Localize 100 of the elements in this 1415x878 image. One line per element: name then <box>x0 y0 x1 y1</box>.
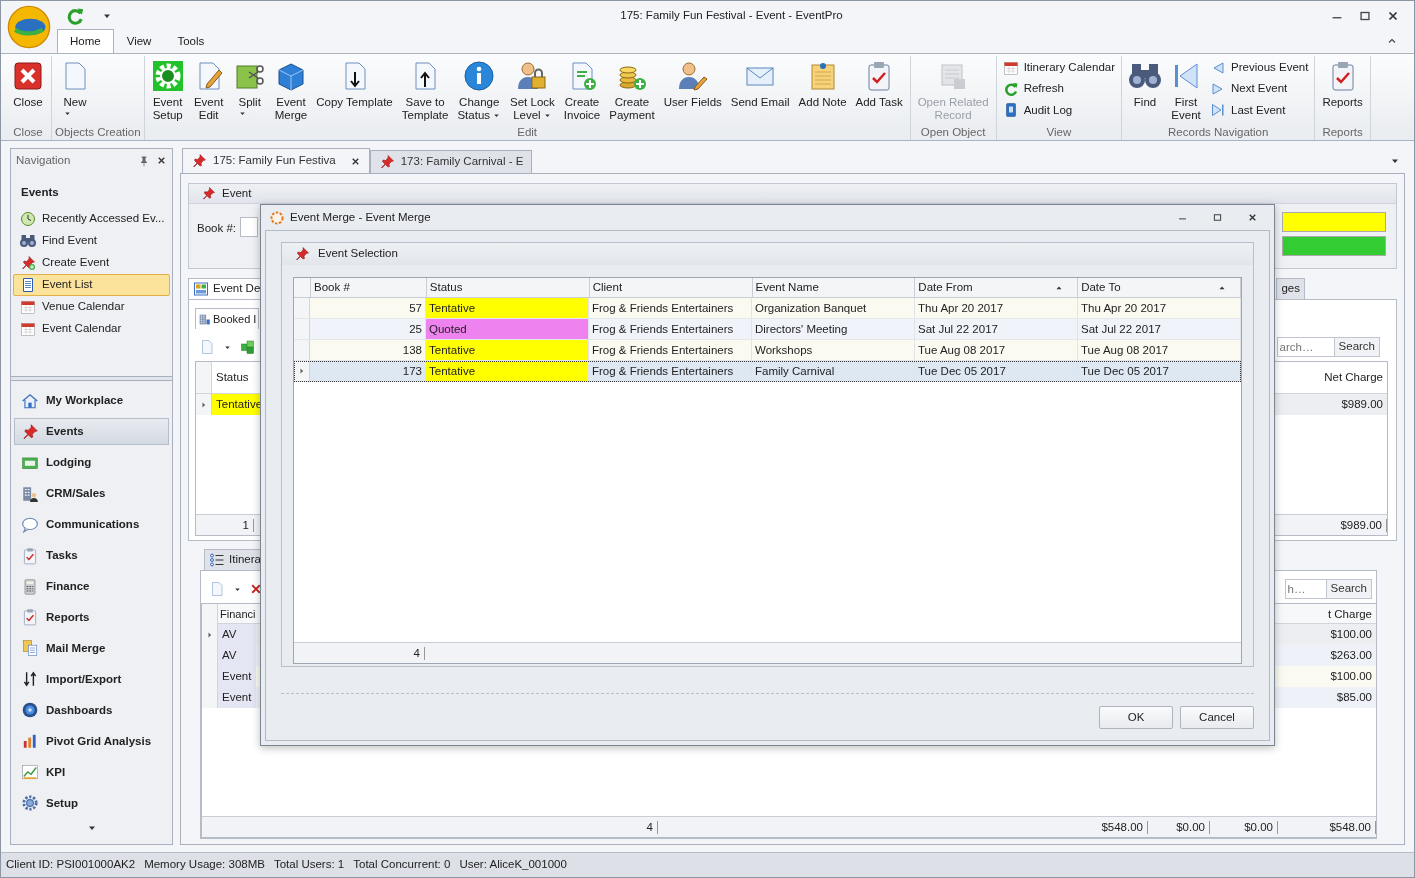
module-button[interactable]: KPI <box>14 758 169 786</box>
ribbon-button[interactable]: Add Task <box>851 56 907 110</box>
total-cell: $0.00 <box>1148 820 1210 834</box>
dialog-button[interactable]: Cancel <box>1180 706 1254 729</box>
module-button[interactable]: Finance <box>14 573 169 600</box>
ribbon-button[interactable]: First Event <box>1166 56 1207 123</box>
ribbon-button[interactable]: Refresh <box>999 79 1119 99</box>
ribbon-button[interactable]: Save to Template <box>397 56 453 123</box>
ribbon-tab[interactable]: View <box>113 28 165 53</box>
search-button[interactable]: Search <box>1334 337 1380 357</box>
ribbon-button[interactable]: Audit Log <box>999 100 1119 120</box>
ribbon-button[interactable]: Change Status <box>453 56 506 123</box>
refresh-icon[interactable] <box>65 6 85 26</box>
close-icon[interactable] <box>1247 212 1258 223</box>
ribbon-button[interactable]: Last Event <box>1207 100 1312 120</box>
module-button[interactable]: My Workplace <box>14 387 169 415</box>
calendar-icon <box>20 298 36 315</box>
search-button[interactable]: Search <box>1326 579 1372 599</box>
column-header[interactable]: Event Name <box>752 278 916 297</box>
ribbon-button[interactable]: Previous Event <box>1207 58 1312 78</box>
dashboard-icon <box>193 281 209 297</box>
column-header[interactable]: Client <box>589 278 753 297</box>
navigation-item[interactable]: Recently Accessed Ev... <box>13 207 170 230</box>
module-button[interactable]: Reports <box>14 604 169 631</box>
module-button[interactable]: Communications <box>14 511 169 539</box>
total-cell: $0.00 <box>1210 820 1278 834</box>
app-logo-icon[interactable] <box>7 5 51 49</box>
ribbon-button[interactable]: Event Edit <box>188 56 229 123</box>
ribbon-button[interactable]: Next Event <box>1207 79 1312 99</box>
ribbon-button[interactable]: Copy Template <box>312 56 397 110</box>
ribbon-button[interactable]: Itinerary Calendar <box>999 58 1119 78</box>
ribbon-button[interactable]: Add Note <box>794 56 851 110</box>
calendar-icon <box>20 320 36 337</box>
pin-icon[interactable] <box>138 154 150 167</box>
line-chart-icon <box>21 763 39 782</box>
pushpin-icon <box>201 186 216 201</box>
search-field[interactable]: arch… <box>1276 337 1335 357</box>
tab[interactable]: ges <box>1276 278 1305 299</box>
module-button[interactable]: Tasks <box>14 542 169 570</box>
status-text: User: AliceK_001000 <box>459 857 567 873</box>
module-button[interactable]: Lodging <box>14 449 169 477</box>
column-header[interactable]: Date To <box>1078 278 1241 297</box>
search-field[interactable]: h… <box>1284 579 1327 599</box>
module-button[interactable]: CRM/Sales <box>14 480 169 508</box>
ribbon-tab[interactable]: Home <box>57 28 114 53</box>
book-number-field[interactable] <box>240 217 258 237</box>
close-icon[interactable] <box>1386 9 1400 23</box>
ribbon-button[interactable]: Send Email <box>726 56 794 110</box>
column-header[interactable]: Book # <box>311 278 427 297</box>
ribbon-button[interactable]: User Fields <box>659 56 726 110</box>
ribbon-button[interactable]: Split <box>229 56 270 119</box>
module-button[interactable]: Setup <box>14 789 169 817</box>
module-button[interactable]: Import/Export <box>14 665 169 693</box>
refresh-icon <box>1002 80 1019 97</box>
total-cell: $989.00 <box>1340 518 1387 532</box>
calculator-icon <box>21 577 39 596</box>
table-row[interactable]: 173 Tentative Frog & Friends Entertainers Family Carnival Tue Dec 05 2017 Tue Dec 05 2017 <box>294 361 1241 382</box>
column-header: Status <box>215 370 250 383</box>
cubes-icon[interactable] <box>240 339 256 355</box>
navigation-item[interactable]: Create Event <box>13 251 170 274</box>
delete-icon[interactable] <box>250 583 262 595</box>
module-button[interactable]: Mail Merge <box>14 634 169 662</box>
navigation-item[interactable]: Event Calendar <box>13 317 170 340</box>
ribbon-button[interactable]: Create Invoice <box>559 56 605 123</box>
ribbon-button[interactable]: Create Payment <box>605 56 659 123</box>
ribbon-button[interactable]: New <box>55 56 95 119</box>
navigation-item[interactable]: Find Event <box>13 229 170 252</box>
table-row[interactable]: 138 Tentative Frog & Friends Entertainers Workshops Tue Aug 08 2017 Tue Aug 08 2017 <box>294 340 1241 361</box>
document-tab[interactable]: 173: Family Carnival - E <box>369 150 533 173</box>
group-label: Objects Creation <box>55 125 141 140</box>
gauge-icon <box>21 701 39 720</box>
dialog-button[interactable]: OK <box>1099 706 1173 729</box>
module-button[interactable]: Events <box>14 418 169 446</box>
ribbon-button[interactable]: Event Merge <box>270 56 312 123</box>
maximize-icon[interactable] <box>1358 9 1372 23</box>
ribbon-button[interactable]: Set Lock Level <box>506 56 559 123</box>
ribbon-button[interactable]: Find <box>1125 56 1166 110</box>
field-label: Book #: <box>197 221 236 236</box>
clipboard-icon <box>21 546 39 565</box>
dialog-title: Event Merge - Event Merge <box>290 209 432 225</box>
navigation-item[interactable]: Venue Calendar <box>13 295 170 318</box>
ribbon-button[interactable]: Reports <box>1318 56 1367 110</box>
table-row[interactable]: 57 Tentative Frog & Friends Entertainers Organization Banquet Thu Apr 20 2017 Thu Apr 20 2017 <box>294 298 1241 319</box>
documents-icon <box>21 639 39 658</box>
document-tab[interactable]: 175: Family Fun Festiva <box>182 148 370 173</box>
maximize-icon[interactable] <box>1212 212 1223 223</box>
table-row[interactable]: 25 Quoted Frog & Friends Entertainers Directors' Meeting Sat Jul 22 2017 Sat Jul 22 2017 <box>294 319 1241 340</box>
column-header[interactable]: Date From <box>915 278 1079 297</box>
total-cell: 4 <box>202 820 658 834</box>
person-pencil-icon <box>676 60 709 92</box>
module-button[interactable]: Pivot Grid Analysis <box>14 727 169 755</box>
navigation-item[interactable]: Event List <box>13 273 170 296</box>
column-header[interactable]: Status <box>426 278 590 297</box>
total-cell: $548.00 <box>1278 820 1376 834</box>
pushpin-icon <box>294 246 310 262</box>
ribbon-tab[interactable]: Tools <box>164 28 218 53</box>
ribbon-button[interactable]: Event Setup <box>147 56 188 123</box>
ribbon-button[interactable]: Close <box>8 56 48 110</box>
module-button[interactable]: Dashboards <box>14 696 169 724</box>
tab[interactable]: Booked I <box>195 308 260 329</box>
